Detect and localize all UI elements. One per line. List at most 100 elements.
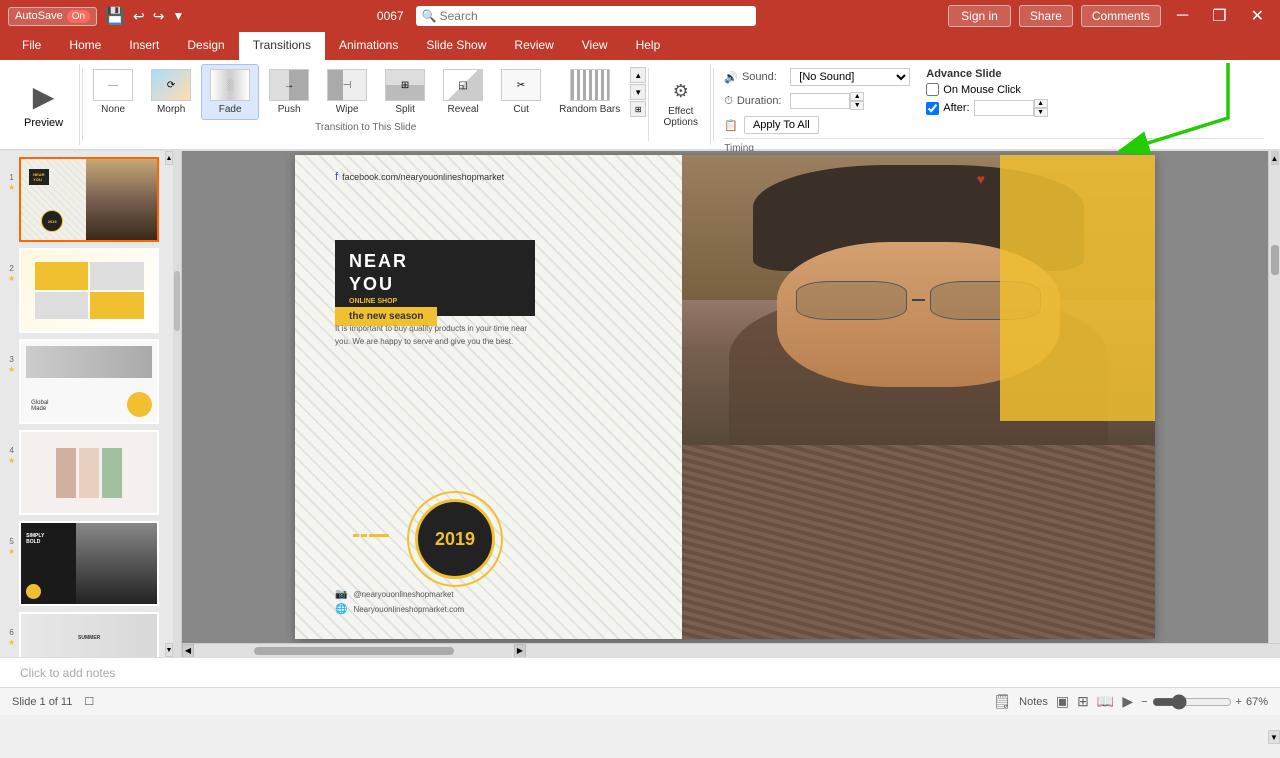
duration-spin: 00.70 ▲ ▼: [790, 92, 864, 110]
transition-split[interactable]: ⊞ Split: [377, 65, 433, 119]
undo-icon[interactable]: ↩: [133, 8, 145, 25]
slide-img-3[interactable]: GlobalMade: [19, 339, 159, 424]
titlebar-center: 0067 🔍: [184, 6, 948, 26]
transition-push[interactable]: → Push: [261, 65, 317, 119]
transition-gallery: — None ⟳ Morph ░ Fade: [85, 64, 646, 120]
slide-img-5[interactable]: SIMPLYBOLD: [19, 521, 159, 606]
zoom-plus[interactable]: +: [1236, 696, 1242, 708]
effect-options-button[interactable]: ⚙ EffectOptions: [651, 64, 711, 145]
transition-fade[interactable]: ░ Fade: [201, 64, 259, 120]
scroll-thumb[interactable]: [1271, 245, 1279, 275]
notes-bar[interactable]: Click to add notes: [0, 657, 1280, 687]
slide-thumb-3[interactable]: 3 ★ GlobalMade: [8, 339, 173, 424]
transition-section-label: Transition to This Slide: [85, 120, 646, 133]
season-text: the new season: [349, 311, 423, 322]
tab-view[interactable]: View: [568, 32, 622, 60]
slide-img-6[interactable]: SUMMER clothing line: [19, 612, 159, 657]
slide-thumb-6[interactable]: 6 ★ SUMMER clothing line: [8, 612, 173, 657]
slide-thumb-2[interactable]: 2 ★: [8, 248, 173, 333]
doc-title: 0067: [377, 9, 404, 23]
view-normal[interactable]: ▣: [1056, 693, 1069, 710]
after-down[interactable]: ▼: [1034, 108, 1048, 117]
view-reading[interactable]: 📖: [1097, 693, 1114, 710]
minimize-button[interactable]: ─: [1169, 5, 1196, 27]
customize-icon[interactable]: ▼: [172, 9, 184, 23]
after-checkbox[interactable]: [926, 102, 939, 115]
search-input[interactable]: [416, 6, 756, 26]
duration-up[interactable]: ▲: [850, 92, 864, 101]
panel-scrollbar[interactable]: [173, 151, 181, 657]
h-scroll-left[interactable]: ◀: [182, 644, 194, 658]
timing-rows: 🔊 Sound: [No Sound] ⏱ Duration:: [724, 68, 1264, 134]
view-slideshow[interactable]: ▶: [1122, 693, 1133, 710]
tab-slideshow[interactable]: Slide Show: [412, 32, 500, 60]
transition-none[interactable]: — None: [85, 65, 141, 119]
tab-transitions[interactable]: Transitions: [239, 32, 325, 60]
tab-design[interactable]: Design: [173, 32, 238, 60]
tab-review[interactable]: Review: [500, 32, 567, 60]
wipe-icon: ⊣: [327, 69, 367, 101]
transition-reveal[interactable]: ◱ Reveal: [435, 65, 491, 119]
transition-randombars[interactable]: ▦ Random Bars: [551, 65, 628, 119]
notes-label: Notes: [1019, 696, 1048, 708]
tab-animations[interactable]: Animations: [325, 32, 412, 60]
transition-morph[interactable]: ⟳ Morph: [143, 65, 199, 119]
tab-insert[interactable]: Insert: [115, 32, 173, 60]
slide-img-2[interactable]: [19, 248, 159, 333]
after-up[interactable]: ▲: [1034, 99, 1048, 108]
panel-down-arrow[interactable]: ▼: [165, 643, 173, 657]
scroll-up-arrow[interactable]: ▲: [1271, 151, 1279, 165]
save-icon[interactable]: 💾: [105, 6, 125, 26]
share-button[interactable]: Share: [1019, 5, 1073, 27]
autosave-button[interactable]: AutoSave On: [8, 7, 97, 26]
view-grid[interactable]: ⊞: [1077, 693, 1089, 710]
canvas-right-scrollbar[interactable]: ▲ ▼: [1268, 151, 1280, 643]
tab-help[interactable]: Help: [622, 32, 675, 60]
slide-thumb-4[interactable]: 4 ★: [8, 430, 173, 515]
dash-1: [353, 534, 359, 537]
panel-up-arrow[interactable]: ▲: [165, 151, 173, 165]
desc-text: It is important to buy quality products …: [335, 323, 535, 349]
transition-wipe[interactable]: ⊣ Wipe: [319, 65, 375, 119]
duration-input[interactable]: 00.70: [790, 93, 850, 109]
slide-thumb-5[interactable]: 5 ★ SIMPLYBOLD: [8, 521, 173, 606]
duration-down[interactable]: ▼: [850, 101, 864, 110]
gallery-more[interactable]: ⊞: [630, 101, 646, 117]
website-row: 🌐 Nearyouonlineshopmarket.com: [335, 604, 464, 615]
dash-2: [361, 534, 367, 537]
zoom-slider[interactable]: [1152, 694, 1232, 710]
slide-num-3: 3 ★: [8, 339, 15, 374]
autosave-toggle[interactable]: On: [67, 10, 90, 23]
slide-thumb-1[interactable]: 1 ★ NEARYOU 2019: [8, 157, 173, 242]
tab-home[interactable]: Home: [55, 32, 115, 60]
tab-file[interactable]: File: [8, 32, 55, 60]
gallery-up[interactable]: ▲: [630, 67, 646, 83]
preview-button[interactable]: ▶ Preview: [8, 64, 80, 145]
slide-img-1[interactable]: NEARYOU 2019: [19, 157, 159, 242]
panel-scroll-thumb[interactable]: [174, 271, 180, 331]
fade-label: Fade: [219, 104, 242, 115]
diagonal-lines: [295, 155, 725, 639]
restore-button[interactable]: ❐: [1204, 4, 1234, 28]
ribbon: File Home Insert Design Transitions Anim…: [0, 32, 1280, 151]
after-spin-buttons: ▲ ▼: [1034, 99, 1048, 117]
randombars-label: Random Bars: [559, 104, 620, 115]
randombars-icon: ▦: [570, 69, 610, 101]
effect-options-label: EffectOptions: [664, 106, 698, 128]
close-button[interactable]: ✕: [1243, 4, 1272, 28]
redo-icon[interactable]: ↪: [153, 8, 165, 25]
notes-button[interactable]: 🗒: [993, 693, 1011, 710]
h-scroll-right[interactable]: ▶: [514, 644, 526, 658]
after-input[interactable]: 00:07.45: [974, 100, 1034, 116]
signin-button[interactable]: Sign in: [948, 5, 1011, 27]
transition-cut[interactable]: ✂ Cut: [493, 65, 549, 119]
zoom-minus[interactable]: −: [1141, 696, 1147, 708]
on-mouse-click-checkbox[interactable]: [926, 83, 939, 96]
h-scrollbar[interactable]: ◀ ▶: [182, 643, 1280, 657]
apply-all-button[interactable]: Apply To All: [744, 116, 819, 134]
sound-select[interactable]: [No Sound]: [790, 68, 910, 86]
slide-img-4[interactable]: [19, 430, 159, 515]
h-scroll-thumb[interactable]: [254, 647, 454, 655]
comments-button[interactable]: Comments: [1081, 5, 1161, 27]
gallery-down[interactable]: ▼: [630, 84, 646, 100]
